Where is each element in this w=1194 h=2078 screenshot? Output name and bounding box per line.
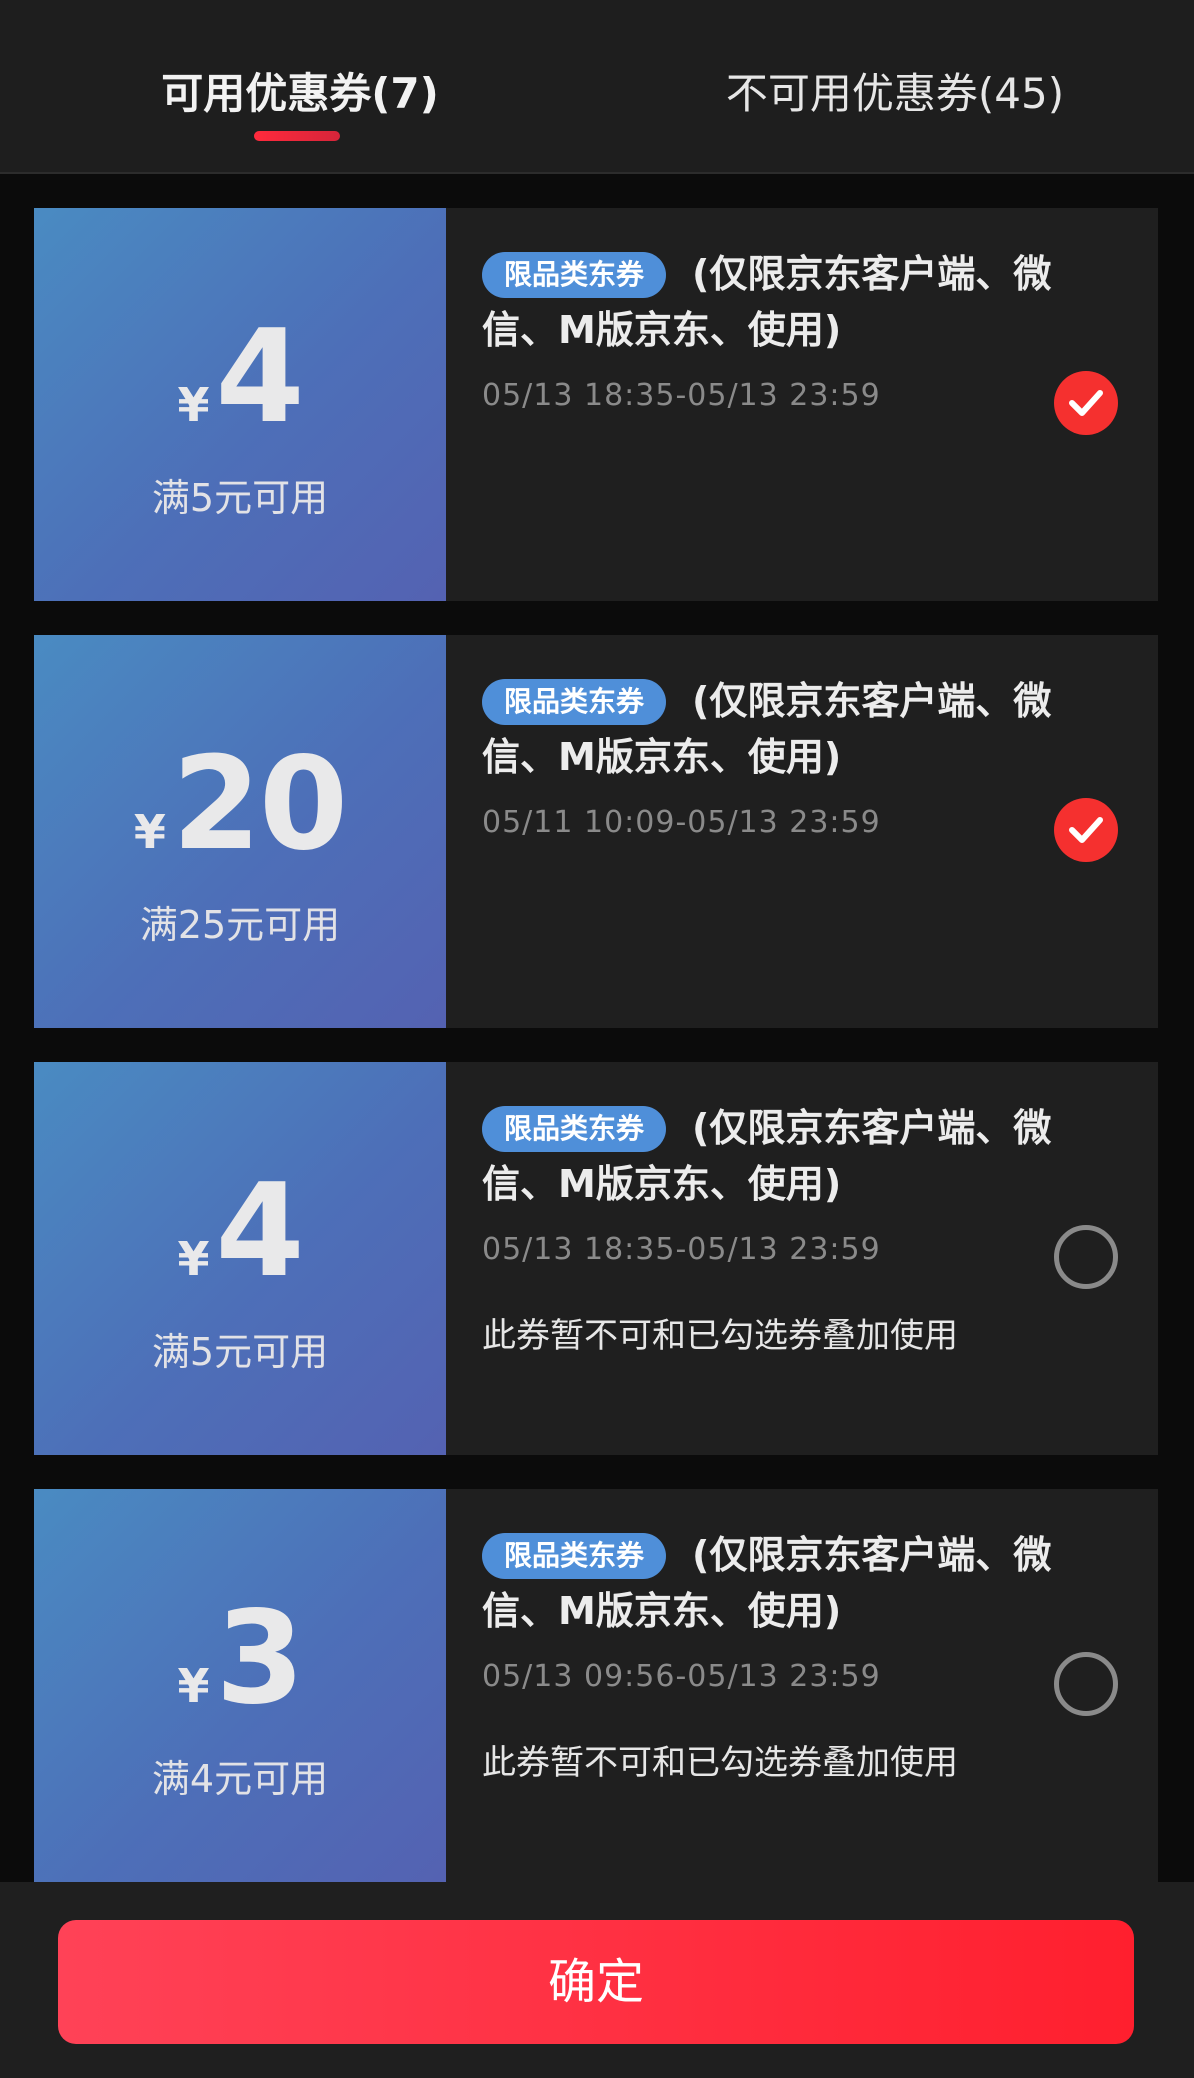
coupon-value-panel: ¥4 满5元可用 (28, 208, 446, 601)
confirm-button[interactable]: 确定 (58, 1920, 1134, 2044)
coupon-amount-value: 3 (215, 1584, 304, 1733)
footer-bar: 确定 (0, 1882, 1194, 2078)
coupon-category-badge: 限品类东券 (482, 679, 667, 725)
coupon-notice: 此券暂不可和已勾选券叠加使用 (482, 1316, 958, 1356)
coupon-amount: ¥3 (34, 1589, 446, 1729)
currency-symbol: ¥ (133, 805, 166, 859)
coupon-details: (仅限京东客户端、微信、M版京东、使用) 限品类东券 05/13 18:35-0… (446, 1062, 1158, 1455)
coupon-threshold: 满5元可用 (151, 1330, 329, 1374)
coupon-amount-value: 4 (215, 303, 304, 452)
coupon-category-badge: 限品类东券 (482, 252, 667, 298)
coupon-amount: ¥4 (34, 308, 446, 448)
coupon-validity: 05/13 09:56-05/13 23:59 (482, 1659, 881, 1694)
currency-symbol: ¥ (177, 378, 210, 432)
coupon-details: (仅限京东客户端、微信、M版京东、使用) 限品类东券 05/13 18:35-0… (446, 208, 1158, 601)
tab-unavailable-coupons[interactable]: 不可用优惠券(45) (680, 62, 1110, 126)
coupon-threshold: 满25元可用 (139, 903, 341, 947)
coupon-validity: 05/13 18:35-05/13 23:59 (482, 1232, 881, 1267)
coupon-select-checkbox[interactable] (1054, 1225, 1118, 1289)
active-tab-indicator (254, 131, 340, 141)
coupon-validity: 05/11 10:09-05/13 23:59 (482, 805, 881, 840)
coupon-tabs-header: 可用优惠券(7) 不可用优惠券(45) (0, 0, 1194, 174)
currency-symbol: ¥ (177, 1659, 210, 1713)
currency-symbol: ¥ (177, 1232, 210, 1286)
coupon-notice: 此券暂不可和已勾选券叠加使用 (482, 1743, 958, 1783)
coupon-threshold: 满4元可用 (151, 1757, 329, 1801)
coupon-threshold: 满5元可用 (151, 476, 329, 520)
coupon-select-checkbox[interactable] (1054, 1652, 1118, 1716)
coupon-select-checkbox[interactable] (1054, 371, 1118, 435)
coupon-value-panel: ¥3 满4元可用 (28, 1489, 446, 1882)
coupon-value-panel: ¥4 满5元可用 (28, 1062, 446, 1455)
coupon-card[interactable]: ¥20 满25元可用 (仅限京东客户端、微信、M版京东、使用) 限品类东券 05… (28, 635, 1158, 1028)
coupon-select-checkbox[interactable] (1054, 798, 1118, 862)
coupon-details: (仅限京东客户端、微信、M版京东、使用) 限品类东券 05/11 10:09-0… (446, 635, 1158, 1028)
coupon-card[interactable]: ¥4 满5元可用 (仅限京东客户端、微信、M版京东、使用) 限品类东券 05/1… (28, 1062, 1158, 1455)
coupon-card[interactable]: ¥4 满5元可用 (仅限京东客户端、微信、M版京东、使用) 限品类东券 05/1… (28, 208, 1158, 601)
checkmark-icon (1069, 817, 1103, 843)
coupon-amount: ¥4 (34, 1162, 446, 1302)
coupon-category-badge: 限品类东券 (482, 1533, 667, 1579)
coupon-amount: ¥20 (34, 735, 446, 875)
coupon-amount-value: 4 (215, 1157, 304, 1306)
coupon-card[interactable]: ¥3 满4元可用 (仅限京东客户端、微信、M版京东、使用) 限品类东券 05/1… (28, 1489, 1158, 1882)
coupon-validity: 05/13 18:35-05/13 23:59 (482, 378, 881, 413)
checkmark-icon (1069, 390, 1103, 416)
coupon-list[interactable]: ¥4 满5元可用 (仅限京东客户端、微信、M版京东、使用) 限品类东券 05/1… (0, 176, 1194, 1882)
coupon-details: (仅限京东客户端、微信、M版京东、使用) 限品类东券 05/13 09:56-0… (446, 1489, 1158, 1882)
coupon-category-badge: 限品类东券 (482, 1106, 667, 1152)
tab-available-coupons[interactable]: 可用优惠券(7) (100, 62, 500, 126)
coupon-amount-value: 20 (171, 730, 348, 879)
coupon-value-panel: ¥20 满25元可用 (28, 635, 446, 1028)
